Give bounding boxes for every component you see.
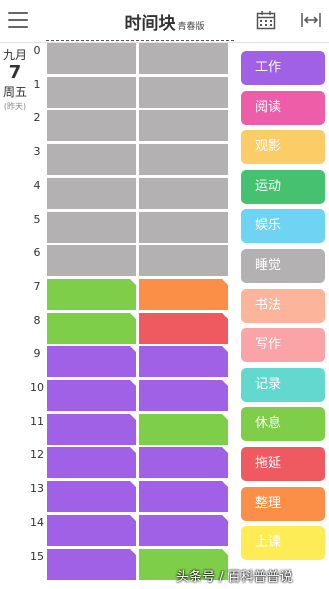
category-button[interactable]: 记录: [241, 367, 325, 402]
hour-label: 11: [30, 414, 44, 428]
current-time-line: [46, 40, 234, 41]
time-block[interactable]: [139, 110, 228, 142]
time-block[interactable]: [139, 43, 228, 74]
watermark: 头条号 / 百科普普说: [176, 570, 293, 585]
hour-label: 0: [33, 44, 41, 57]
hour-label: 2: [33, 111, 41, 125]
time-block[interactable]: [139, 144, 228, 176]
time-block[interactable]: [139, 76, 228, 108]
category-button[interactable]: 工作: [241, 51, 325, 85]
date-column[interactable]: 九月 7 周五 (昨天): [0, 44, 30, 112]
time-block[interactable]: [139, 278, 228, 310]
time-block[interactable]: [47, 76, 136, 108]
calendar-icon[interactable]: [256, 10, 276, 30]
time-block[interactable]: [47, 110, 136, 142]
time-block[interactable]: [139, 380, 228, 411]
hour-label: 8: [33, 313, 41, 327]
hour-label: 3: [33, 145, 41, 159]
hour-label: 4: [33, 178, 41, 192]
hour-label: 5: [33, 212, 41, 226]
time-block[interactable]: [139, 481, 228, 513]
category-button[interactable]: 书法: [241, 288, 325, 323]
hour-label: 15: [30, 549, 44, 563]
relative-day-label: (昨天): [3, 102, 27, 111]
day-number: 7: [8, 62, 22, 83]
category-button[interactable]: 上课: [241, 526, 325, 561]
hour-label: 10: [30, 381, 44, 394]
time-block[interactable]: [47, 177, 136, 209]
category-button[interactable]: 运动: [241, 169, 325, 204]
app-title-area: 时间块 青春版: [0, 9, 329, 34]
hour-label: 9: [33, 347, 41, 361]
expand-width-icon[interactable]: [301, 12, 321, 28]
time-block[interactable]: [47, 278, 136, 310]
time-block[interactable]: [47, 245, 136, 277]
hour-label: 13: [30, 482, 44, 496]
time-block[interactable]: [47, 447, 136, 479]
time-block[interactable]: [139, 312, 228, 344]
time-block[interactable]: [47, 43, 136, 74]
hour-label: 6: [33, 246, 41, 260]
category-button[interactable]: 写作: [241, 328, 325, 363]
time-block[interactable]: [139, 245, 228, 277]
app-title: 时间块: [124, 14, 176, 34]
time-block[interactable]: [139, 346, 228, 378]
time-block[interactable]: [47, 514, 136, 546]
time-block[interactable]: [139, 413, 228, 445]
hour-label: 12: [30, 448, 44, 462]
time-block[interactable]: [47, 346, 136, 378]
hour-label: 14: [30, 515, 44, 529]
category-button[interactable]: 整理: [241, 486, 325, 521]
time-block[interactable]: [47, 211, 136, 243]
time-block[interactable]: [47, 481, 136, 513]
category-button[interactable]: 休息: [241, 407, 325, 442]
weekday-label: 周五: [2, 85, 27, 99]
time-block[interactable]: [47, 548, 136, 580]
time-block[interactable]: [47, 380, 136, 411]
time-block[interactable]: [47, 312, 136, 344]
time-block[interactable]: [139, 211, 228, 243]
time-block[interactable]: [139, 514, 228, 546]
time-block[interactable]: [139, 447, 228, 479]
time-block[interactable]: [47, 144, 136, 176]
time-block[interactable]: [139, 177, 228, 209]
category-button[interactable]: 睡觉: [241, 249, 325, 283]
month-label: 九月: [2, 48, 27, 62]
hour-label: 1: [33, 77, 41, 91]
time-block[interactable]: [47, 413, 136, 445]
category-button[interactable]: 娱乐: [241, 209, 325, 244]
category-button[interactable]: 观影: [241, 130, 325, 165]
hour-label: 7: [33, 279, 41, 293]
edition-label: 青春版: [177, 22, 205, 32]
category-button[interactable]: 拖延: [241, 447, 325, 481]
category-button[interactable]: 阅读: [241, 90, 325, 125]
top-bar: 时间块 青春版: [0, 0, 329, 43]
